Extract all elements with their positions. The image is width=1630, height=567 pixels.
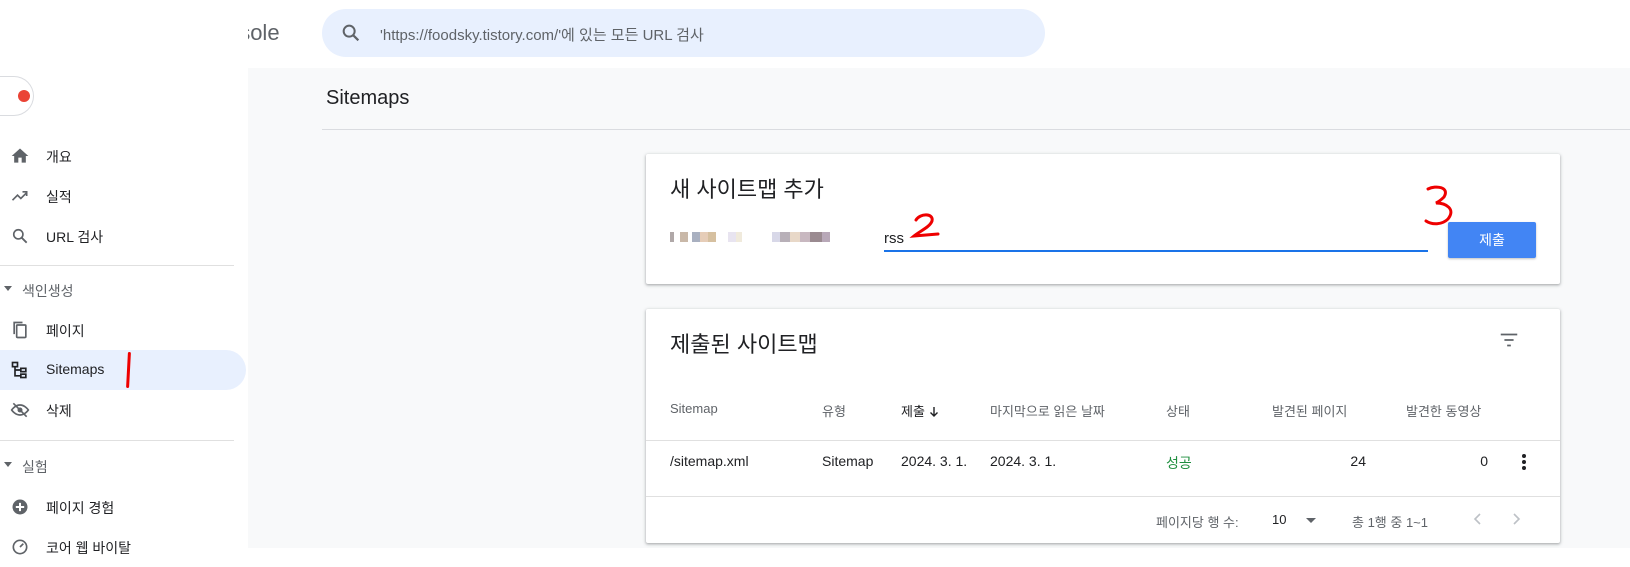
cell-discovered-pages: 24	[1350, 453, 1366, 469]
cell-sitemap: /sitemap.xml	[670, 453, 749, 469]
sitemap-icon	[11, 361, 27, 379]
sitemap-url-value: rss	[884, 230, 904, 247]
sidebar-item-sitemaps[interactable]: Sitemaps	[0, 350, 246, 390]
eye-off-icon	[10, 402, 30, 418]
chevron-right-icon[interactable]	[1508, 511, 1524, 527]
caret-down-icon	[4, 462, 12, 467]
cell-discovered-videos: 0	[1480, 453, 1488, 469]
table-row[interactable]: /sitemap.xml Sitemap 2024. 3. 1. 2024. 3…	[646, 441, 1560, 497]
sidebar-item-label: 개요	[46, 149, 72, 165]
chevron-left-icon[interactable]	[1470, 511, 1486, 527]
annotation-mark-3	[1424, 185, 1453, 226]
table-header: Sitemap 유형 제출 마지막으로 읽은 날짜 상태 발견된 페이지 발견한…	[646, 389, 1560, 441]
property-favicon	[18, 90, 30, 102]
sidebar-item-performance[interactable]: 실적	[0, 176, 246, 216]
rows-per-page-select[interactable]: 10	[1272, 512, 1286, 527]
sitemap-url-input[interactable]: rss	[884, 222, 1428, 252]
sidebar-item-label: 페이지	[46, 323, 85, 339]
sidebar-item-url-inspection[interactable]: URL 검사	[0, 216, 246, 256]
column-header-status[interactable]: 상태	[1166, 401, 1190, 420]
section-label: 색인생성	[22, 283, 74, 299]
sidebar-item-core-web-vitals[interactable]: 코어 웹 바이탈	[0, 527, 246, 567]
section-indexing[interactable]: 색인생성	[0, 272, 246, 308]
dropdown-caret-icon[interactable]	[1306, 518, 1316, 523]
cell-last-read: 2024. 3. 1.	[990, 453, 1057, 469]
url-inspect-search[interactable]: 'https://foodsky.tistory.com/'에 있는 모든 UR…	[322, 9, 1045, 57]
column-header-sitemap[interactable]: Sitemap	[670, 401, 718, 416]
redaction-block	[34, 74, 50, 98]
sidebar-item-page-experience[interactable]: 페이지 경험	[0, 487, 246, 527]
gauge-icon	[12, 539, 28, 555]
sidebar-item-overview[interactable]: 개요	[0, 136, 246, 176]
search-icon	[12, 228, 28, 244]
cell-status: 성공	[1166, 455, 1192, 471]
card-title: 새 사이트맵 추가	[670, 177, 824, 202]
pagination-range: 총 1행 중 1~1	[1352, 515, 1428, 530]
section-label: 실험	[22, 459, 48, 475]
copy-pages-icon	[13, 321, 27, 339]
sidebar-item-label: URL 검사	[46, 229, 104, 245]
rows-per-page-label: 페이지당 행 수:	[1156, 515, 1239, 530]
caret-down-icon	[4, 286, 12, 291]
divider	[0, 265, 234, 266]
column-header-type[interactable]: 유형	[822, 401, 846, 420]
sidebar-item-label: 페이지 경험	[46, 500, 115, 516]
search-placeholder: 'https://foodsky.tistory.com/'에 있는 모든 UR…	[380, 27, 704, 44]
arrow-down-icon	[929, 407, 938, 417]
page-title: Sitemaps	[326, 87, 410, 109]
column-header-submitted[interactable]: 제출	[901, 401, 939, 420]
sidebar: 개요 실적 URL 검사 색인생성 페이지 Sitemaps 삭제 실험 페이지…	[0, 0, 248, 556]
annotation-mark-2	[909, 213, 940, 238]
sidebar-item-removals[interactable]: 삭제	[0, 390, 246, 430]
plus-circle-icon	[12, 499, 28, 515]
column-header-discovered-pages[interactable]: 발견된 페이지	[1272, 401, 1347, 420]
sidebar-item-pages[interactable]: 페이지	[0, 310, 246, 350]
table-pagination: 페이지당 행 수: 10 총 1행 중 1~1	[646, 497, 1560, 543]
search-icon	[342, 24, 360, 42]
home-icon	[11, 148, 29, 163]
more-vert-icon[interactable]	[1514, 453, 1534, 473]
sidebar-item-label: Sitemaps	[46, 361, 105, 377]
submitted-sitemaps-card: 제출된 사이트맵 Sitemap 유형 제출 마지막으로 읽은 날짜 상태 발견…	[646, 309, 1560, 543]
cell-type: Sitemap	[822, 453, 874, 469]
divider	[322, 129, 1630, 130]
sidebar-item-label: 코어 웹 바이탈	[46, 540, 132, 556]
property-selector[interactable]	[0, 74, 50, 116]
filter-icon[interactable]	[1498, 329, 1520, 351]
redacted-property-url	[670, 232, 878, 242]
divider	[0, 440, 234, 441]
section-experience[interactable]: 실험	[0, 448, 246, 484]
card-title: 제출된 사이트맵	[670, 332, 818, 357]
sidebar-item-label: 실적	[46, 189, 72, 205]
column-header-label: 제출	[901, 404, 925, 419]
cell-submitted: 2024. 3. 1.	[901, 453, 968, 469]
sidebar-item-label: 삭제	[46, 403, 72, 419]
column-header-last-read[interactable]: 마지막으로 읽은 날짜	[990, 401, 1105, 420]
trending-up-icon	[11, 191, 28, 201]
column-header-discovered-videos[interactable]: 발견한 동영상	[1406, 401, 1481, 420]
